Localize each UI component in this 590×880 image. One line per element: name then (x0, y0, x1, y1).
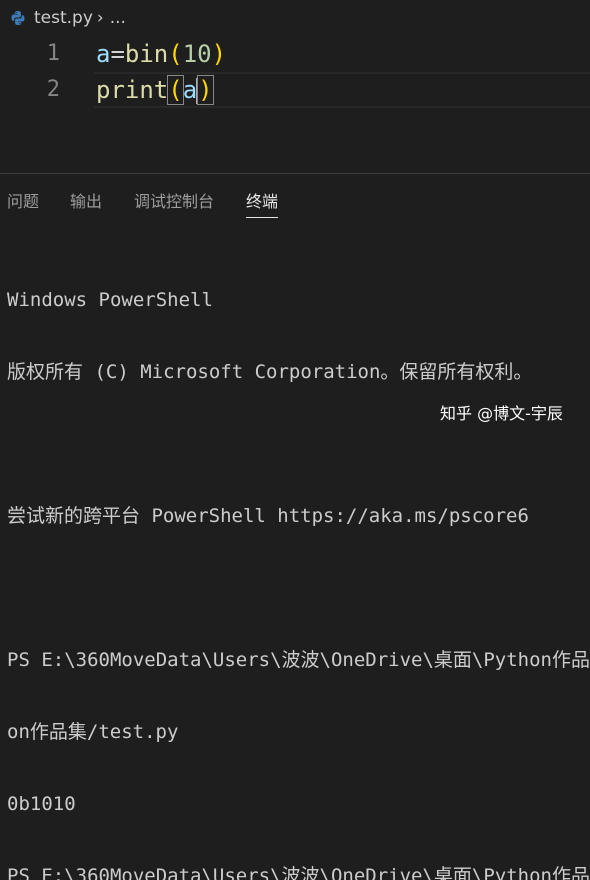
code-text[interactable]: print(a) (96, 72, 214, 108)
code-token: ) (211, 40, 227, 68)
code-text[interactable]: a=bin(10) (96, 36, 226, 72)
terminal-line: Windows PowerShell (7, 289, 213, 311)
tab-output[interactable]: 输出 (70, 176, 102, 228)
terminal-line: PS E:\360MoveData\Users\波波\OneDrive\桌面\P… (7, 649, 590, 671)
terminal-line: on作品集/test.py (7, 721, 179, 743)
code-token: bin (124, 40, 169, 68)
code-line-1[interactable]: 1 a=bin(10) (0, 36, 590, 72)
breadcrumb-file[interactable]: test.py (34, 8, 93, 28)
tab-problems[interactable]: 问题 (7, 176, 39, 228)
python-icon (10, 10, 26, 26)
panel-divider (0, 173, 590, 174)
line-number: 1 (46, 41, 60, 66)
code-token: a (96, 40, 111, 68)
tab-debug-console[interactable]: 调试控制台 (134, 176, 214, 228)
breadcrumb-ellipsis[interactable]: ... (110, 8, 126, 28)
code-line-2[interactable]: 2 print(a) (0, 72, 590, 108)
code-token: ( (168, 40, 183, 68)
code-token: 10 (182, 40, 212, 68)
terminal-line: 版权所有 (C) Microsoft Corporation。保留所有权利。 (7, 361, 533, 383)
breadcrumb: test.py › ... (0, 0, 590, 36)
tab-terminal[interactable]: 终端 (246, 176, 279, 228)
code-token: a (182, 76, 198, 104)
panel-tabs: 问题 输出 调试控制台 终端 (0, 176, 590, 228)
code-editor[interactable]: 1 a=bin(10) 2 print(a) (0, 36, 590, 171)
code-token: = (110, 40, 125, 68)
line-number: 2 (46, 77, 60, 102)
code-token: ( (167, 75, 184, 105)
code-token: ) (197, 75, 214, 105)
watermark: 知乎 @博文-宇辰 (440, 404, 563, 423)
terminal-line: 0b1010 (7, 793, 76, 815)
chevron-right-icon: › (96, 8, 104, 28)
terminal-line: 尝试新的跨平台 PowerShell https://aka.ms/pscore… (7, 505, 529, 527)
terminal-line: PS E:\360MoveData\Users\波波\OneDrive\桌面\P… (7, 865, 590, 880)
terminal-output[interactable]: Windows PowerShell 版权所有 (C) Microsoft Co… (7, 240, 590, 880)
code-token: print (96, 76, 169, 104)
